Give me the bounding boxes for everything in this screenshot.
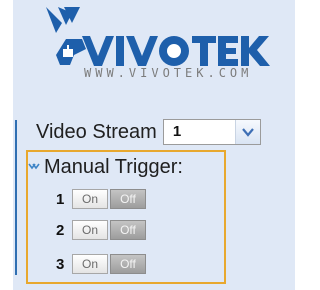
video-stream-label: Video Stream — [36, 120, 157, 143]
trigger-3-on-button[interactable]: On — [72, 254, 108, 274]
manual-trigger-header[interactable]: Manual Trigger: — [28, 156, 183, 179]
video-stream-select[interactable]: 1 — [162, 119, 261, 145]
trigger-2-off-button[interactable]: Off — [110, 220, 146, 240]
trigger-row-number: 1 — [56, 190, 65, 208]
trigger-1-off-button[interactable]: Off — [110, 189, 146, 209]
chevron-double-icon[interactable] — [28, 163, 40, 173]
trigger-1-on-button[interactable]: On — [72, 189, 108, 209]
trigger-row-3: 3 On Off — [56, 253, 146, 275]
trigger-2-on-button[interactable]: On — [72, 220, 108, 240]
sidebar-divider — [15, 120, 17, 275]
trigger-row-number: 3 — [56, 255, 65, 273]
manual-trigger-label: Manual Trigger: — [44, 156, 183, 178]
video-stream-value: 1 — [172, 123, 182, 140]
trigger-3-off-button[interactable]: Off — [110, 254, 146, 274]
chevron-down-icon[interactable] — [234, 120, 260, 144]
trigger-row-2: 2 On Off — [56, 219, 146, 241]
trigger-row-number: 2 — [56, 221, 65, 239]
page: WWW.VIVOTEK.COM Video Stream 1 Manual Tr… — [0, 0, 309, 290]
logo-website-text: WWW.VIVOTEK.COM — [84, 66, 253, 80]
video-stream-row: Video Stream 1 — [36, 117, 261, 147]
trigger-row-1: 1 On Off — [56, 188, 146, 210]
